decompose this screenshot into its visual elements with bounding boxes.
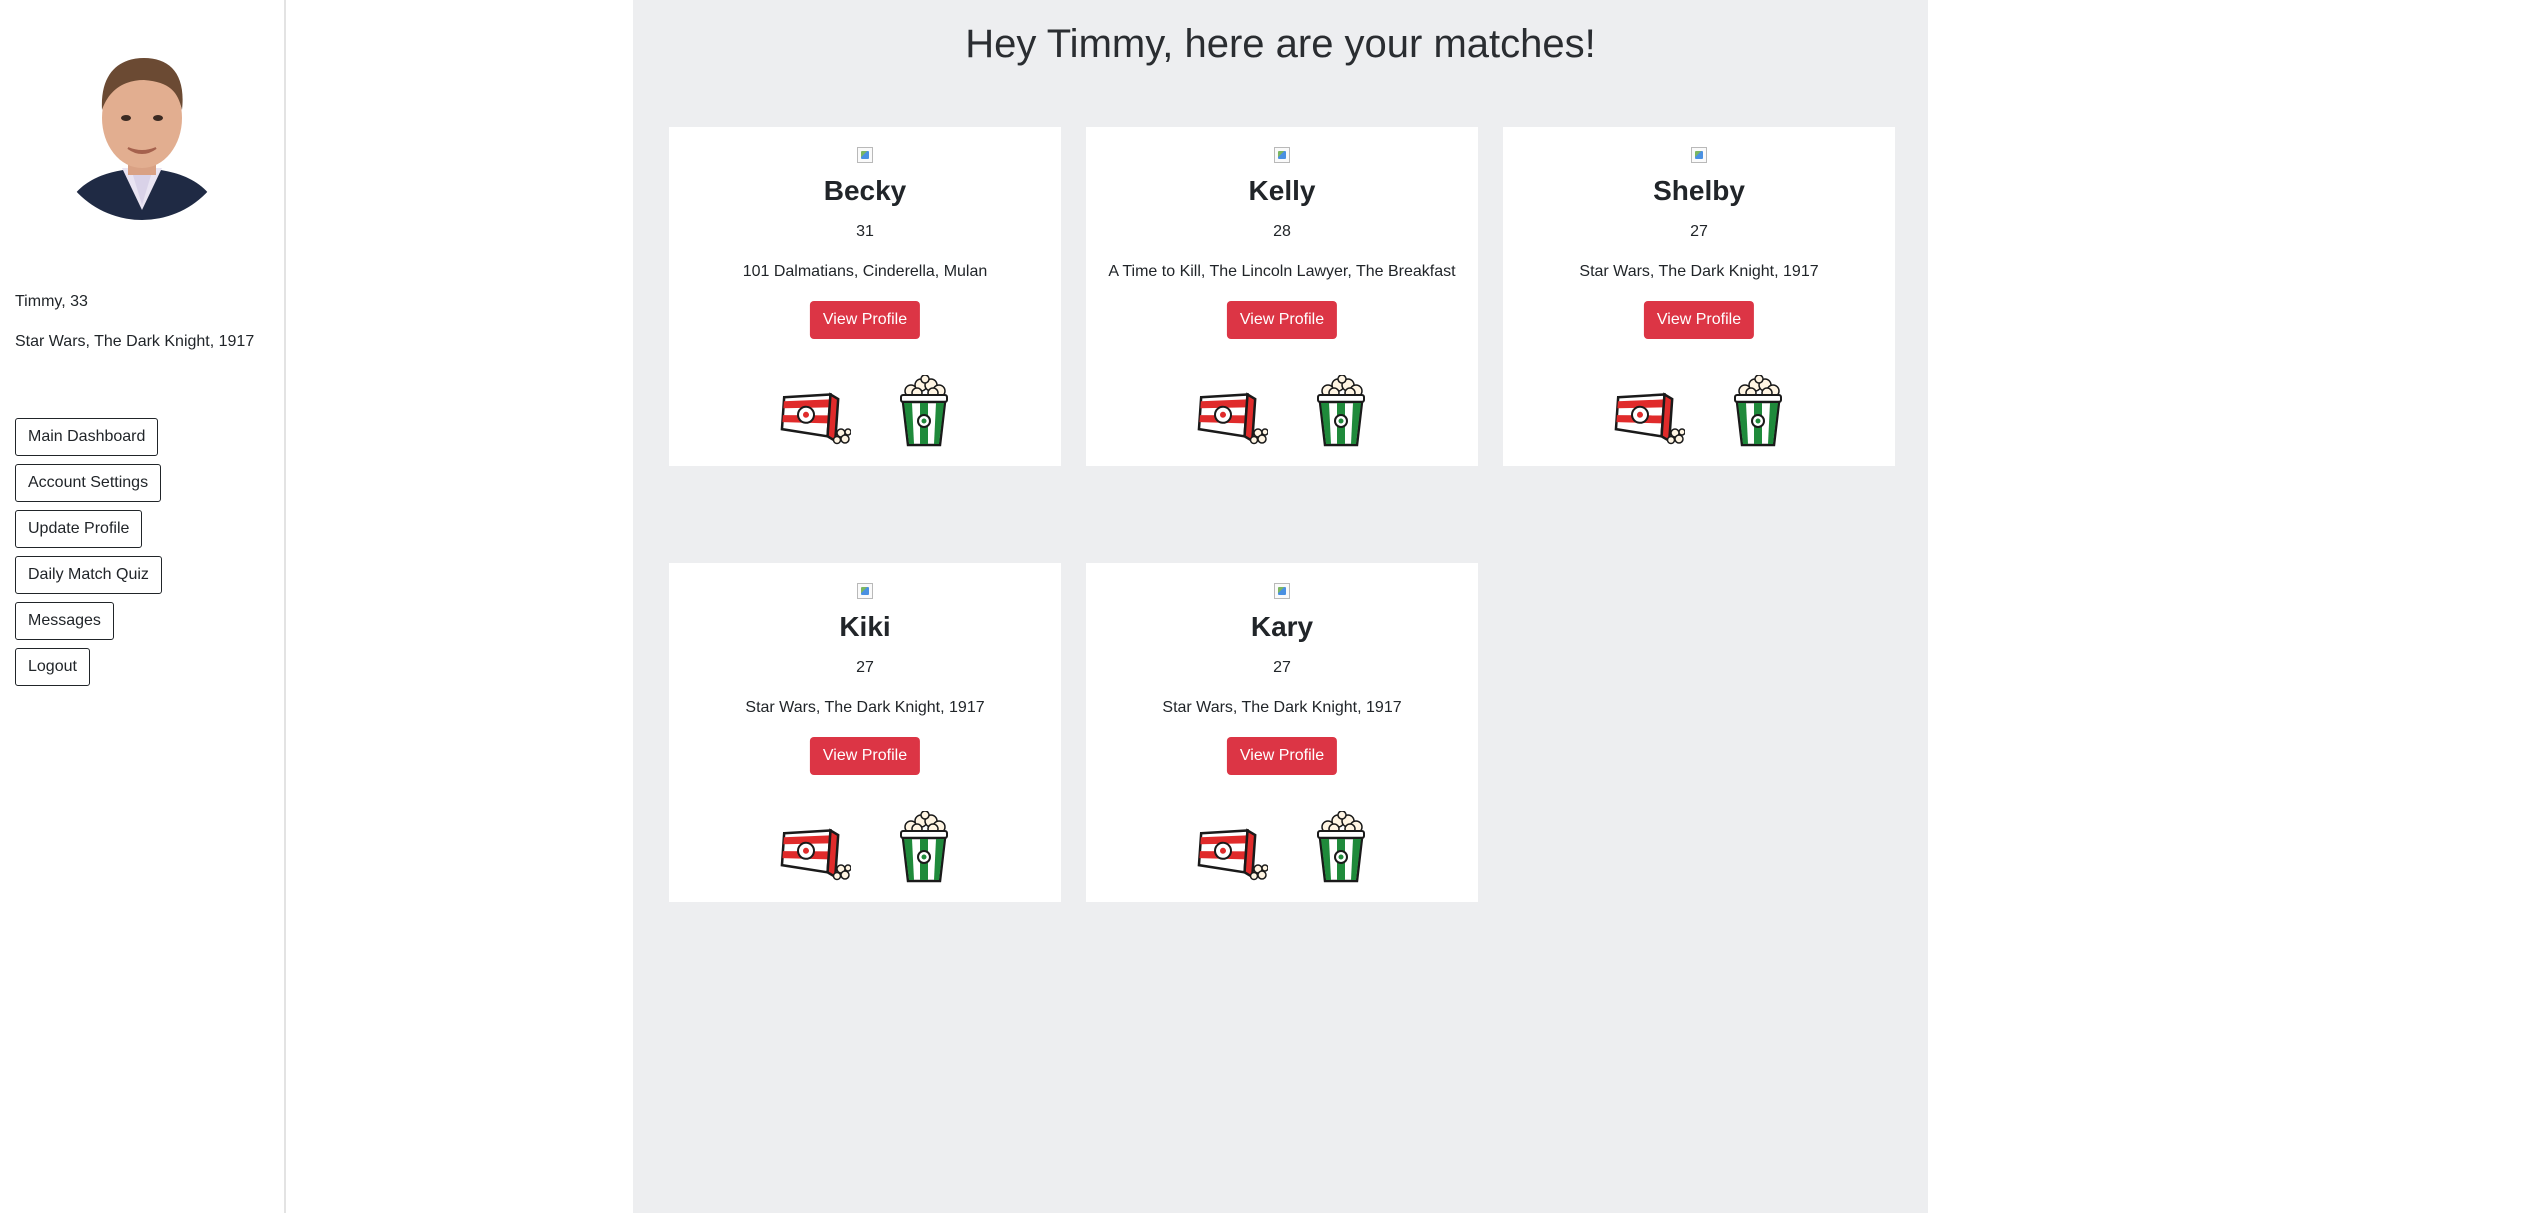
spilled-popcorn-icon[interactable] (779, 389, 852, 445)
account-settings-button[interactable]: Account Settings (15, 464, 162, 502)
match-age: 27 (1273, 659, 1291, 676)
match-age: 28 (1273, 223, 1291, 240)
user-favorite-movies: Star Wars, The Dark Knight, 1917 (15, 333, 255, 350)
view-profile-button[interactable]: View Profile (809, 301, 921, 339)
match-name: Kiki (839, 611, 891, 642)
popcorn-bucket-icon[interactable] (1314, 810, 1368, 883)
matches-panel: Hey Timmy, here are your matches! Becky … (633, 0, 1928, 1213)
logout-button[interactable]: Logout (15, 648, 90, 686)
spilled-popcorn-icon[interactable] (1196, 825, 1269, 881)
match-card: Kiki 27 Star Wars, The Dark Knight, 1917… (669, 563, 1061, 902)
match-name: Kary (1250, 611, 1314, 642)
messages-button[interactable]: Messages (15, 602, 114, 640)
profile-photo (857, 583, 873, 599)
popcorn-bucket-icon[interactable] (897, 374, 951, 447)
match-card: Shelby 27 Star Wars, The Dark Knight, 19… (1503, 127, 1895, 466)
profile-photo (1274, 147, 1290, 163)
view-profile-button[interactable]: View Profile (809, 737, 921, 775)
view-profile-button[interactable]: View Profile (1226, 737, 1338, 775)
match-favorite-movies: Star Wars, The Dark Knight, 1917 (745, 699, 985, 716)
view-profile-button[interactable]: View Profile (1643, 301, 1755, 339)
view-profile-button[interactable]: View Profile (1226, 301, 1338, 339)
match-favorite-movies: Star Wars, The Dark Knight, 1917 (1162, 699, 1402, 716)
match-name: Kelly (1248, 175, 1316, 206)
daily-match-quiz-button[interactable]: Daily Match Quiz (15, 556, 162, 594)
spilled-popcorn-icon[interactable] (779, 825, 852, 881)
match-favorite-movies: 101 Dalmatians, Cinderella, Mulan (742, 263, 988, 280)
match-age: 27 (856, 659, 874, 676)
popcorn-bucket-icon[interactable] (1731, 374, 1785, 447)
profile-photo (857, 147, 873, 163)
match-age: 27 (1690, 223, 1708, 240)
avatar-photo (52, 40, 232, 220)
profile-photo (1691, 147, 1707, 163)
match-name: Shelby (1653, 175, 1745, 206)
spilled-popcorn-icon[interactable] (1196, 389, 1269, 445)
update-profile-button[interactable]: Update Profile (15, 510, 143, 548)
main-dashboard-button[interactable]: Main Dashboard (15, 418, 159, 456)
popcorn-bucket-icon[interactable] (897, 810, 951, 883)
match-favorite-movies: Star Wars, The Dark Knight, 1917 (1579, 263, 1819, 280)
spilled-popcorn-icon[interactable] (1613, 389, 1686, 445)
match-card: Becky 31 101 Dalmatians, Cinderella, Mul… (669, 127, 1061, 466)
popcorn-bucket-icon[interactable] (1314, 374, 1368, 447)
match-card: Kary 27 Star Wars, The Dark Knight, 1917… (1086, 563, 1478, 902)
sidebar: Timmy, 33 Star Wars, The Dark Knight, 19… (0, 0, 286, 1213)
match-name: Becky (823, 175, 907, 206)
match-card: Kelly 28 A Time to Kill, The Lincoln Law… (1086, 127, 1478, 466)
user-name-age: Timmy, 33 (15, 293, 88, 310)
match-age: 31 (856, 223, 874, 240)
sidebar-nav: Main Dashboard Account Settings Update P… (15, 418, 162, 686)
profile-photo (1274, 583, 1290, 599)
page-title: Hey Timmy, here are your matches! (965, 22, 1596, 66)
avatar (52, 40, 232, 220)
match-favorite-movies: A Time to Kill, The Lincoln Lawyer, The … (1108, 263, 1456, 280)
